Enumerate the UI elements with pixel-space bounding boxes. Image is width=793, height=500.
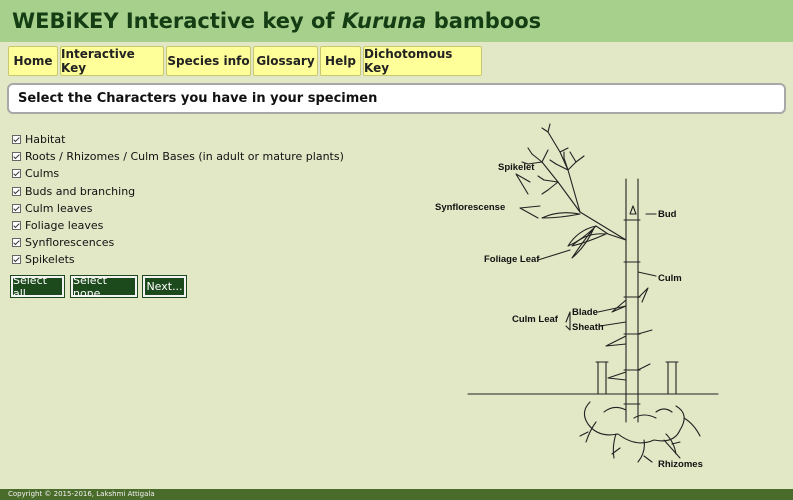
checkbox[interactable] [12,238,21,248]
label-foliage-leaf: Foliage Leaf [484,254,540,265]
footer: Copyright © 2015-2016, Lakshmi Attigala [0,489,793,500]
tab-glossary[interactable]: Glossary [253,46,318,76]
character-option-habitat[interactable]: Habitat [12,131,344,148]
header-bar: WEBiKEY Interactive key of Kuruna bamboo… [0,0,793,42]
checkbox[interactable] [12,221,21,231]
checkbox[interactable] [12,203,21,213]
label-sheath: Sheath [572,322,604,333]
checkbox[interactable] [12,255,21,265]
checkbox[interactable] [12,169,21,179]
label-spikelet: Spikelet [498,162,535,173]
checkbox[interactable] [12,135,21,145]
tab-interactive-key[interactable]: Interactive Key [60,46,164,76]
copyright-text: Copyright © 2015-2016, Lakshmi Attigala [8,490,155,498]
tab-dichotomous-key[interactable]: Dichotomous Key [363,46,482,76]
next-button[interactable]: Next... [142,275,187,298]
label-blade: Blade [572,307,598,318]
checkbox[interactable] [12,186,21,196]
page-title: WEBiKEY Interactive key of Kuruna bamboo… [12,9,542,33]
label-synflorescense: Synflorescense [435,202,505,213]
bamboo-diagram: Spikelet Synflorescense Bud Foliage Leaf… [435,123,719,470]
character-option-spikelets[interactable]: Spikelets [12,251,344,268]
character-option-roots[interactable]: Roots / Rhizomes / Culm Bases (in adult … [12,148,344,165]
select-all-button[interactable]: Select all [10,274,65,300]
label-culm-leaf: Culm Leaf [512,314,559,325]
instruction-panel: Select the Characters you have in your s… [7,83,786,114]
character-option-foliage-leaves[interactable]: Foliage leaves [12,217,344,234]
label-rhizomes: Rhizomes [658,459,703,470]
tab-home[interactable]: Home [8,46,58,76]
instruction-text: Select the Characters you have in your s… [18,91,378,106]
character-option-buds[interactable]: Buds and branching [12,183,344,200]
character-checklist: Habitat Roots / Rhizomes / Culm Bases (i… [12,131,344,269]
select-none-button[interactable]: Select none [70,274,138,300]
character-option-culm-leaves[interactable]: Culm leaves [12,200,344,217]
main-nav: Home Interactive Key Species info Glossa… [8,46,484,76]
tab-species-info[interactable]: Species info [166,46,251,76]
checkbox[interactable] [12,152,21,162]
character-option-culms[interactable]: Culms [12,165,344,182]
character-option-synflorescences[interactable]: Synflorescences [12,234,344,251]
label-culm: Culm [658,273,682,284]
tab-help[interactable]: Help [320,46,361,76]
label-bud: Bud [658,209,677,220]
